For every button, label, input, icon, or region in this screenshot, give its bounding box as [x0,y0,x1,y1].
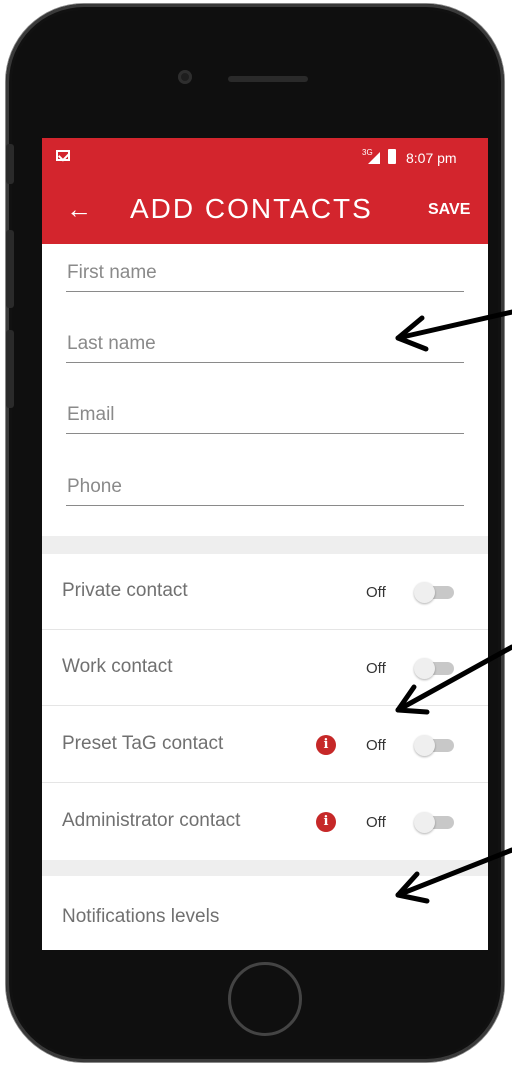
toggle-label: Preset TaG contact [62,733,224,754]
toggle-state: Off [366,584,386,601]
email-underline [66,433,464,434]
toggle-knob [414,658,435,679]
toggle-row-private: Private contact Off [42,554,488,630]
toggle-row-administrator: Administrator contact i Off [42,784,488,860]
last-name-underline [66,362,464,363]
notifications-levels-item[interactable]: Notifications levels [62,906,219,928]
email-placeholder: Email [67,404,115,425]
toggle-state: Off [366,737,386,754]
signal-icon [368,152,380,164]
first-name-placeholder: First name [67,262,157,283]
info-icon[interactable]: i [316,812,336,832]
toggle-label: Work contact [62,656,173,677]
toggle-state: Off [366,814,386,831]
preset-tag-contact-toggle[interactable] [414,735,454,756]
volume-up-button [6,230,14,308]
info-icon[interactable]: i [316,735,336,755]
toggle-label: Private contact [62,580,188,601]
phone-field[interactable]: Phone [66,466,464,506]
battery-icon [388,149,396,164]
app-bar: ← ADD CONTACTS SAVE [42,178,488,244]
section-divider [42,860,488,876]
back-arrow-icon[interactable]: ← [66,194,92,224]
toggle-row-preset-tag: Preset TaG contact i Off [42,707,488,783]
toggle-knob [414,812,435,833]
gmail-notification-icon [56,150,70,161]
toggle-state: Off [366,660,386,677]
home-button[interactable] [228,962,302,1036]
front-camera [178,70,192,84]
save-button[interactable]: SAVE [428,200,470,220]
page-title: ADD CONTACTS [130,193,373,224]
toggle-row-work: Work contact Off [42,630,488,706]
toggle-label: Administrator contact [62,810,241,831]
email-field[interactable]: Email [66,394,464,434]
administrator-contact-toggle[interactable] [414,812,454,833]
first-name-underline [66,291,464,292]
section-divider [42,536,488,554]
phone-frame: 3G 8:07 pm ← ADD CONTACTS SAVE First nam… [6,4,504,1062]
toggle-knob [414,735,435,756]
status-time: 8:07 pm [406,150,457,166]
toggle-knob [414,582,435,603]
status-bar: 3G 8:07 pm [42,138,488,178]
volume-down-button [6,330,14,408]
private-contact-toggle[interactable] [414,582,454,603]
mute-switch [6,144,14,184]
work-contact-toggle[interactable] [414,658,454,679]
earpiece-speaker [228,76,308,82]
last-name-placeholder: Last name [67,333,156,354]
last-name-field[interactable]: Last name [66,323,464,363]
app-screen: 3G 8:07 pm ← ADD CONTACTS SAVE First nam… [42,138,488,950]
first-name-field[interactable]: First name [66,252,464,292]
phone-placeholder: Phone [67,476,122,497]
phone-underline [66,505,464,506]
